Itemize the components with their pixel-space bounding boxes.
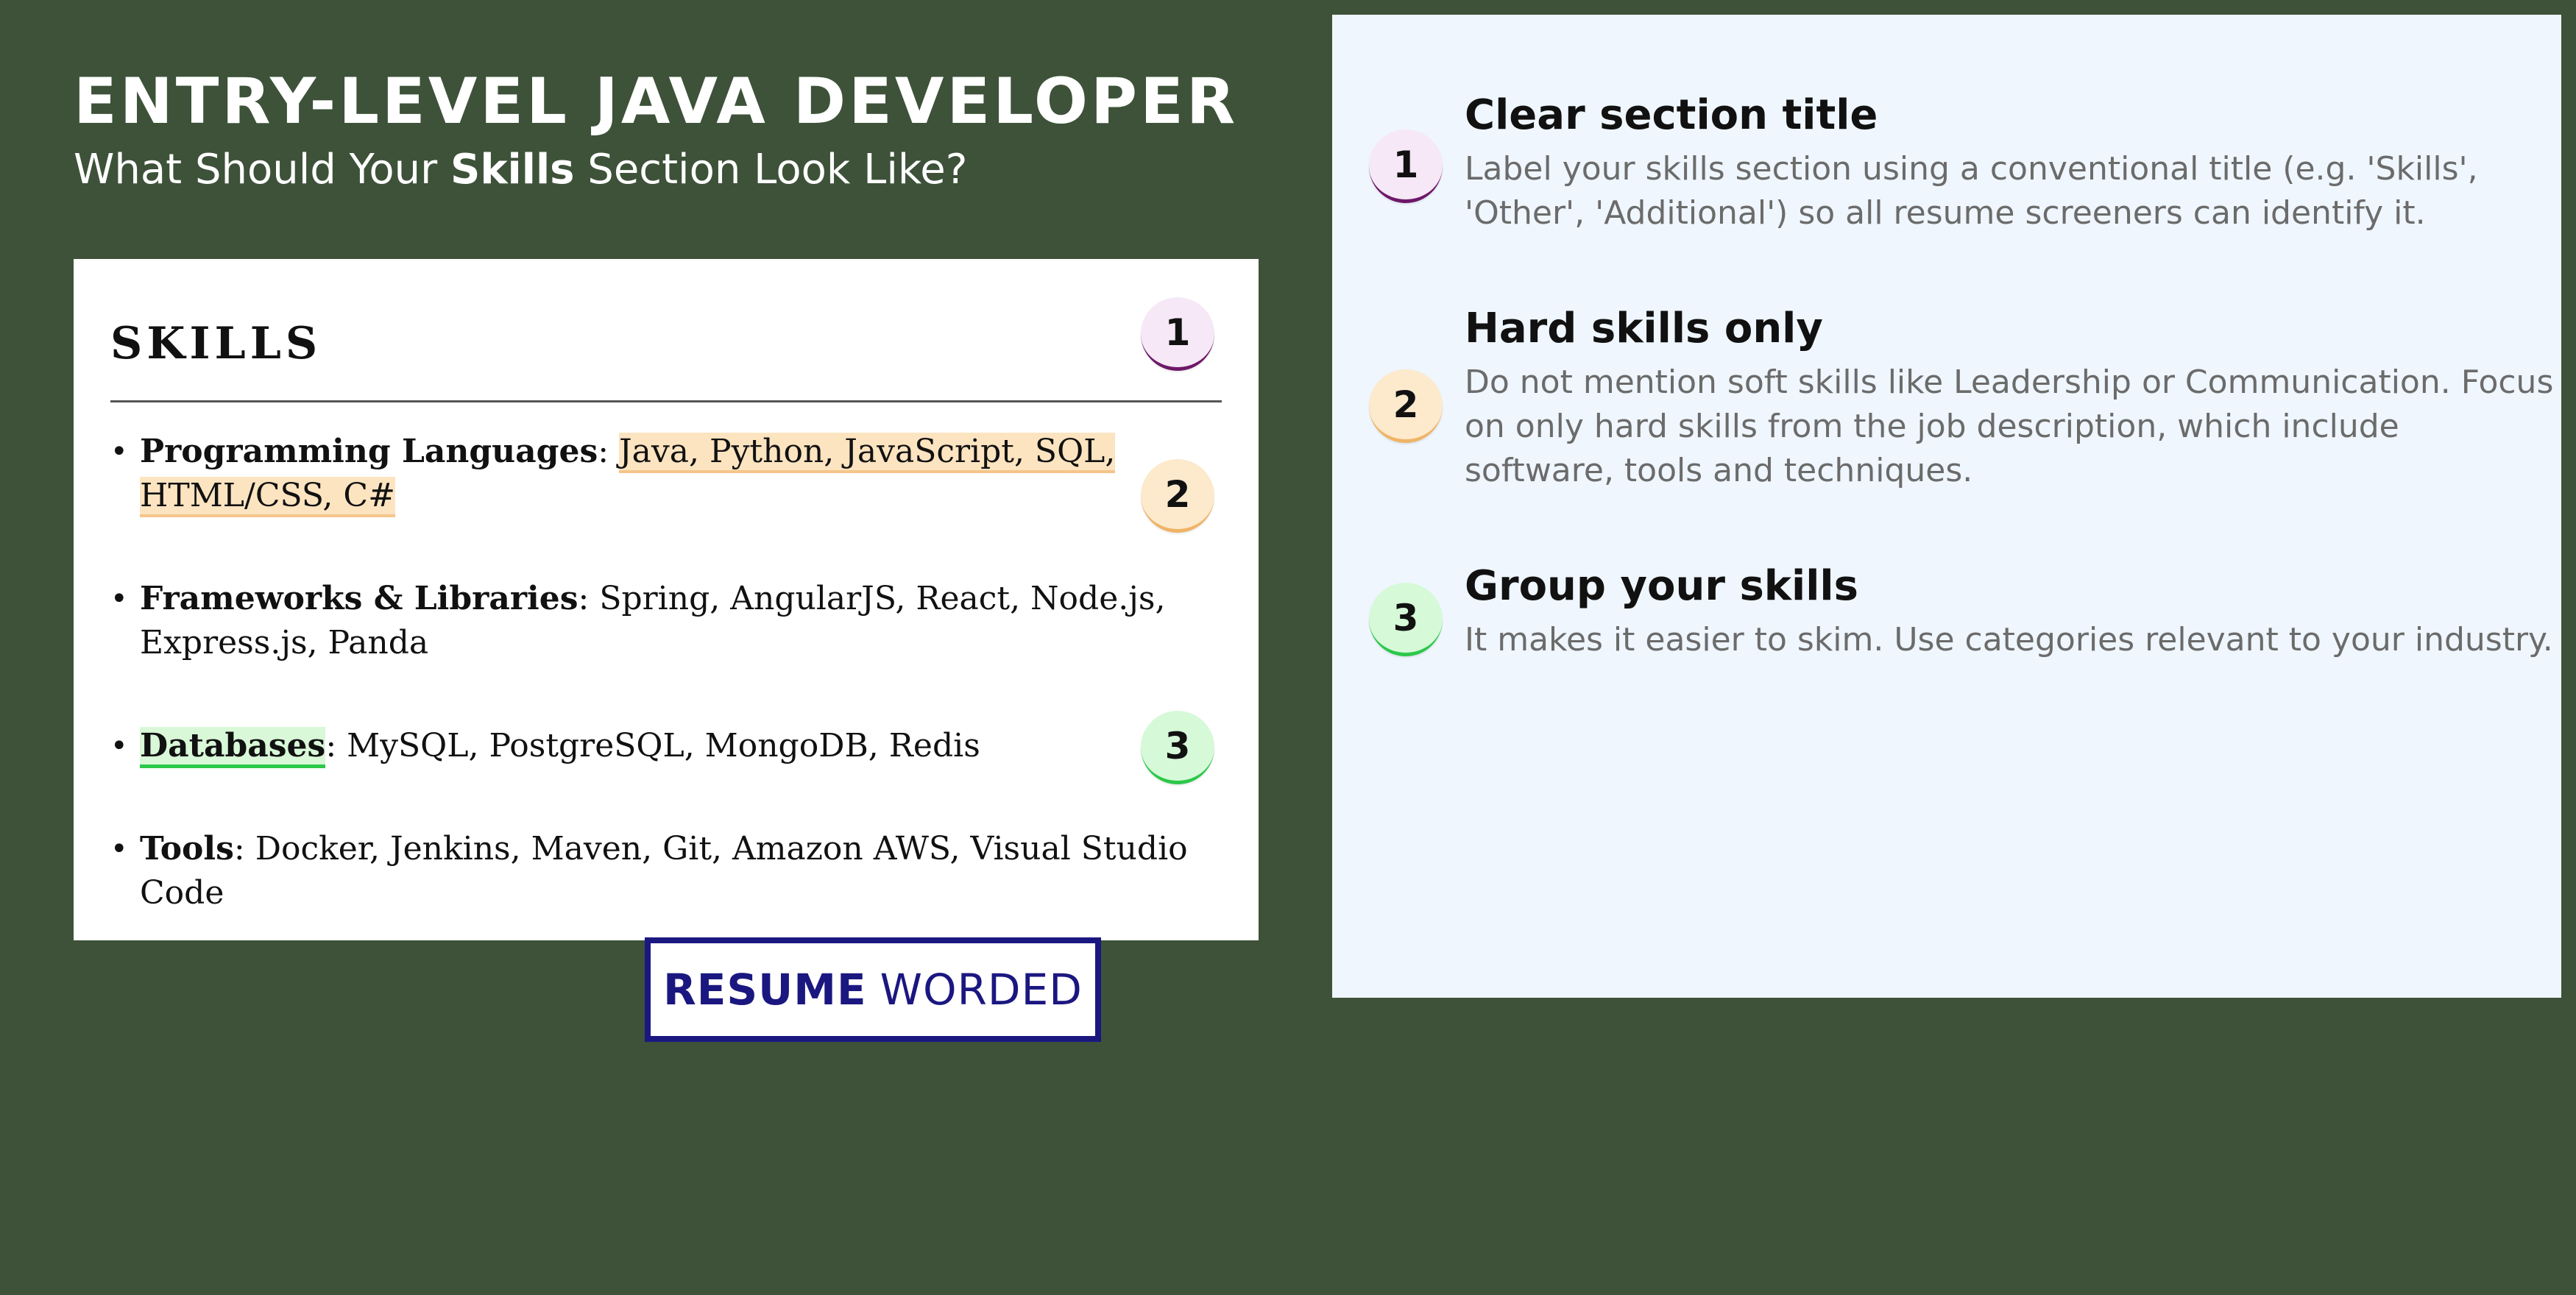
section-divider [110,400,1222,402]
logo-regular-text: WORDED [880,965,1083,1015]
page-title: ENTRY-LEVEL JAVA DEVELOPER [74,65,1239,138]
skill-label: Frameworks & Libraries [140,580,578,617]
subtitle-bold-word: Skills [450,146,575,194]
skill-item-programming-languages: • Programming Languages: Java, Python, J… [110,430,1200,518]
bullet-icon: • [110,582,128,616]
subtitle-text-start: What Should Your [74,146,450,194]
skill-separator: : [233,830,255,868]
resume-worded-logo: RESUME WORDED [645,937,1101,1042]
tip-title: Clear section title [1465,91,1878,139]
bullet-icon: • [110,729,128,763]
skill-separator: : [578,580,600,617]
skill-label-highlighted: Databases [140,727,326,768]
tip-1-badge: 1 [1369,130,1443,203]
page-subtitle: What Should Your Skills Section Look Lik… [74,146,967,194]
resume-skills-card: SKILLS 1 • Programming Languages: Java, … [74,259,1259,940]
skill-label: Programming Languages [140,433,598,470]
bullet-icon: • [110,435,128,469]
skill-separator: : [325,727,347,764]
tip-3-badge: 3 [1369,583,1443,656]
skill-item-frameworks-libraries: • Frameworks & Libraries: Spring, Angula… [110,577,1200,665]
marker-3-badge: 3 [1141,711,1214,784]
skill-value: Docker, Jenkins, Maven, Git, Amazon AWS,… [140,830,1188,912]
skill-separator: : [598,433,620,470]
logo-bold-text: RESUME [663,965,867,1015]
tip-description: Do not mention soft skills like Leadersh… [1465,363,2554,489]
skill-label: Tools [140,830,234,868]
tips-panel: 1 Clear section title Label your skills … [1332,15,2561,998]
tip-description: Label your skills section using a conven… [1465,150,2478,232]
tip-title: Group your skills [1465,562,1858,610]
skill-value: MySQL, PostgreSQL, MongoDB, Redis [347,727,980,764]
skill-item-tools: • Tools: Docker, Jenkins, Maven, Git, Am… [110,827,1200,915]
subtitle-text-end: Section Look Like? [574,146,968,194]
skill-item-databases: • Databases: MySQL, PostgreSQL, MongoDB,… [110,724,1200,768]
marker-1-badge: 1 [1141,297,1214,371]
bullet-icon: • [110,832,128,866]
marker-2-badge: 2 [1141,459,1214,533]
tip-2-badge: 2 [1369,369,1443,443]
tip-title: Hard skills only [1465,305,1823,352]
tip-description: It makes it easier to skim. Use categori… [1465,621,2553,659]
skills-section-title: SKILLS [110,318,322,369]
